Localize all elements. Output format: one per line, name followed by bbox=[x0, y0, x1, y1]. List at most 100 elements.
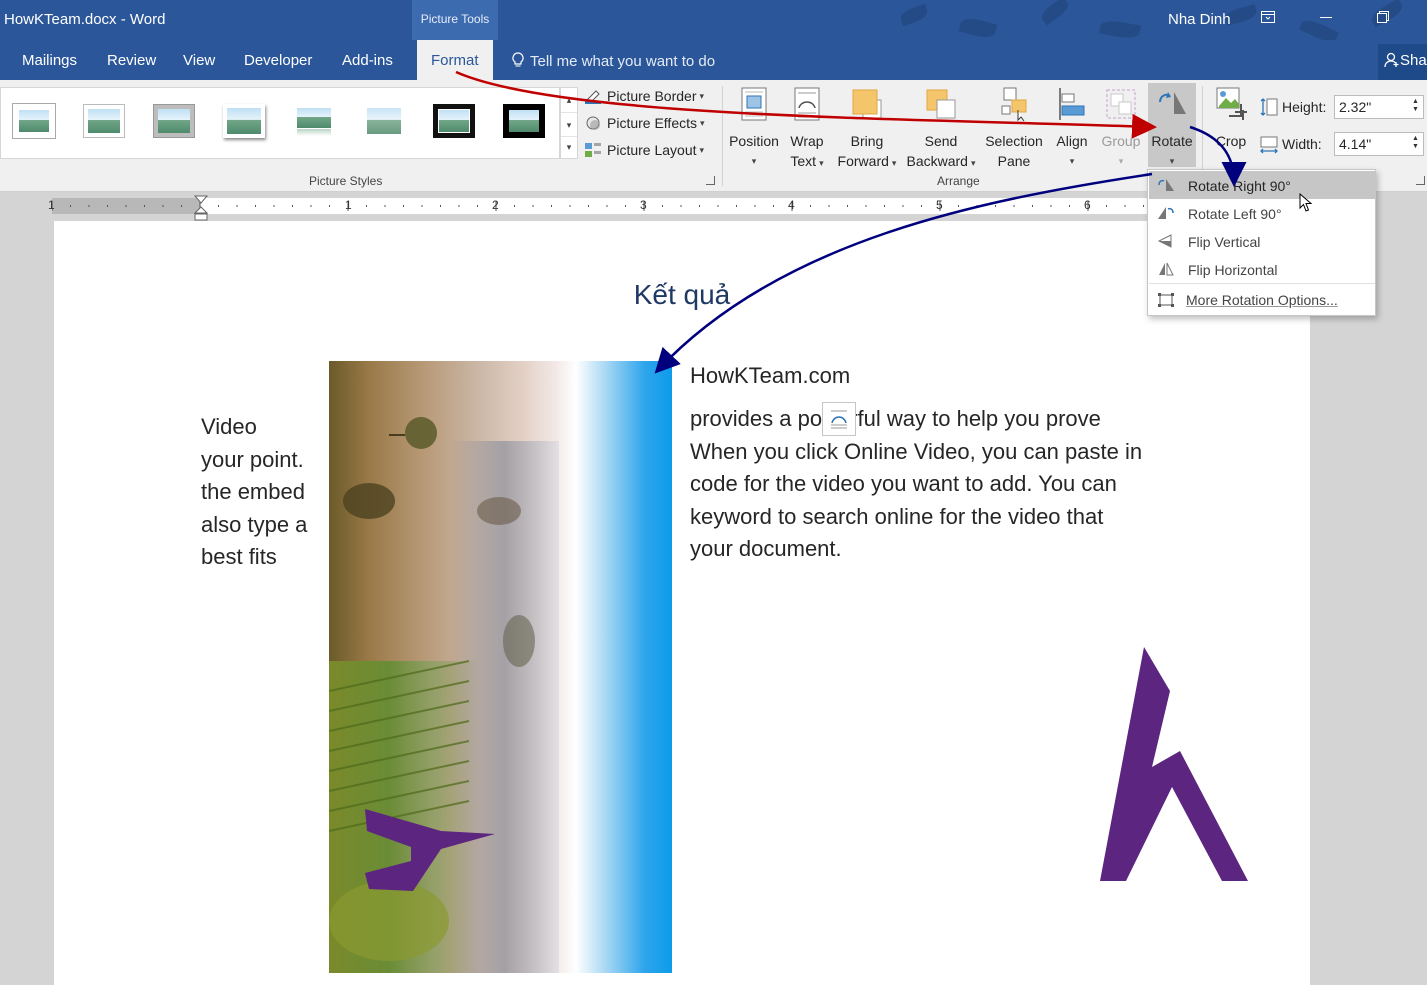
picture-layout-icon bbox=[585, 143, 601, 157]
indent-marker-icon[interactable] bbox=[194, 195, 208, 221]
mouse-cursor-icon bbox=[1299, 193, 1313, 212]
user-name[interactable]: Nha Dinh bbox=[1168, 11, 1231, 28]
send-backward-label-2: Backward bbox=[906, 153, 968, 169]
picture-border-button[interactable]: Picture Border ▾ bbox=[584, 85, 704, 107]
size-dialog-launcher-icon[interactable] bbox=[1416, 176, 1425, 185]
shape-width-icon bbox=[1260, 136, 1278, 154]
menu-item-flip-vertical[interactable]: Flip Vertical bbox=[1149, 227, 1375, 255]
rotate-right-icon bbox=[1158, 179, 1174, 191]
position-caret-icon: ▾ bbox=[751, 156, 757, 166]
tab-add-ins[interactable]: Add-ins bbox=[342, 52, 393, 69]
title-bar: HowKTeam.docx - Word Picture Tools Nha D… bbox=[0, 0, 1427, 40]
width-input[interactable] bbox=[1334, 132, 1424, 156]
menu-separator bbox=[1149, 283, 1375, 284]
picture-style-thumbnail[interactable] bbox=[13, 104, 55, 138]
picture-border-icon bbox=[585, 90, 601, 104]
align-icon bbox=[1059, 88, 1085, 120]
rotated-landscape-picture[interactable] bbox=[329, 361, 672, 973]
minimize-icon[interactable] bbox=[1312, 6, 1340, 30]
align-caret-icon: ▾ bbox=[1069, 156, 1075, 166]
tab-view[interactable]: View bbox=[183, 52, 215, 69]
height-input[interactable] bbox=[1334, 95, 1424, 119]
picture-style-thumbnail[interactable] bbox=[153, 104, 195, 138]
gallery-up-icon[interactable]: ▴ bbox=[561, 88, 577, 112]
send-backward-button[interactable]: Send Backward ▾ bbox=[903, 86, 979, 173]
text-line: keyword to search online for the video t… bbox=[690, 503, 1104, 529]
height-spinner[interactable]: ▲ ▼ bbox=[1412, 98, 1425, 114]
menu-item-flip-horizontal[interactable]: Flip Horizontal bbox=[1149, 255, 1375, 283]
gallery-scrollbar[interactable]: ▴ ▾ ▾ bbox=[560, 87, 578, 159]
tab-format[interactable]: Format bbox=[417, 40, 493, 80]
wrap-text-button[interactable]: Wrap Text ▾ bbox=[784, 86, 830, 173]
restore-icon[interactable] bbox=[1369, 6, 1397, 30]
selection-pane-button[interactable]: Selection Pane bbox=[981, 86, 1047, 171]
ruler-number: 4 bbox=[788, 198, 795, 212]
wrap-text-icon bbox=[794, 87, 820, 121]
menu-item-rotate-right[interactable]: Rotate Right 90° bbox=[1149, 171, 1375, 199]
picture-tools-context-tab: Picture Tools bbox=[412, 0, 498, 40]
ruler-number: 6 bbox=[1084, 198, 1091, 212]
rotate-icon bbox=[1159, 92, 1186, 114]
document-page[interactable]: Kết quả Video your point. the embed also… bbox=[54, 221, 1310, 985]
align-label: Align bbox=[1056, 133, 1088, 149]
group-button[interactable]: Group ▾ bbox=[1098, 86, 1144, 171]
tab-review[interactable]: Review bbox=[107, 52, 156, 69]
text-line: provides a powerful way to help you prov… bbox=[690, 406, 1101, 431]
right-text-column: HowKTeam.com provides a powerful way to … bbox=[690, 363, 1142, 566]
position-label: Position bbox=[729, 133, 779, 149]
rotate-button[interactable]: Rotate ▾ bbox=[1148, 83, 1196, 167]
flip-vertical-icon bbox=[1157, 234, 1172, 248]
picture-layout-label: Picture Layout bbox=[607, 142, 697, 158]
ribbon-display-options-icon[interactable] bbox=[1254, 6, 1282, 30]
site-name: HowKTeam.com bbox=[690, 363, 851, 388]
text-line: code for the video you want to add. You … bbox=[690, 471, 1117, 496]
bring-forward-button[interactable]: Bring Forward ▾ bbox=[833, 86, 901, 173]
wrap-text-label-1: Wrap bbox=[790, 133, 824, 149]
picture-layout-button[interactable]: Picture Layout ▾ bbox=[584, 139, 704, 161]
tab-developer[interactable]: Developer bbox=[244, 52, 312, 69]
group-label: Group bbox=[1101, 133, 1141, 149]
picture-style-thumbnail[interactable] bbox=[293, 104, 335, 138]
background-leaf-decoration bbox=[958, 15, 998, 40]
rotate-caret-icon: ▾ bbox=[1169, 156, 1175, 166]
picture-effects-label: Picture Effects bbox=[607, 115, 698, 131]
group-separator bbox=[722, 86, 723, 186]
ruler-number: 1 bbox=[345, 198, 352, 212]
gallery-down-icon[interactable]: ▾ bbox=[561, 112, 577, 136]
ruler-bar bbox=[52, 198, 1147, 214]
group-caret-icon: ▾ bbox=[1118, 156, 1124, 166]
menu-item-more-rotation-options[interactable]: More Rotation Options... bbox=[1149, 286, 1375, 314]
tab-mailings[interactable]: Mailings bbox=[22, 52, 77, 69]
rotate-right-label: Rotate Right 90° bbox=[1188, 178, 1291, 194]
selection-pane-label-1: Selection bbox=[985, 133, 1043, 149]
picture-effects-icon bbox=[586, 116, 600, 130]
position-button[interactable]: Position ▾ bbox=[727, 86, 781, 171]
width-spinner[interactable]: ▲ ▼ bbox=[1412, 135, 1425, 151]
menu-item-rotate-left[interactable]: Rotate Left 90° bbox=[1149, 199, 1375, 227]
crop-button[interactable]: Crop bbox=[1209, 86, 1253, 151]
bring-forward-icon bbox=[852, 89, 882, 119]
picture-style-thumbnail[interactable] bbox=[503, 104, 545, 138]
share-button[interactable]: Sha bbox=[1378, 44, 1427, 80]
layout-options-icon[interactable] bbox=[822, 402, 856, 436]
selection-pane-icon bbox=[1001, 87, 1027, 122]
picture-effects-button[interactable]: Picture Effects ▾ bbox=[584, 112, 705, 134]
picture-styles-group-label: Picture Styles bbox=[309, 174, 383, 188]
picture-details bbox=[329, 417, 535, 961]
flip-horizontal-label: Flip Horizontal bbox=[1188, 262, 1278, 278]
picture-style-thumbnail[interactable] bbox=[223, 104, 265, 138]
align-button[interactable]: Align ▾ bbox=[1050, 86, 1094, 171]
bring-forward-label-1: Bring bbox=[850, 133, 884, 149]
tell-me-search[interactable]: Tell me what you want to do bbox=[512, 52, 715, 70]
ribbon-tab-row: Mailings Review View Developer Add-ins F… bbox=[0, 40, 1427, 80]
picture-style-thumbnail[interactable] bbox=[433, 104, 475, 138]
picture-style-thumbnail[interactable] bbox=[363, 104, 405, 138]
flip-horizontal-icon bbox=[1159, 262, 1174, 276]
width-label: Width: bbox=[1282, 136, 1322, 152]
picture-styles-dialog-launcher-icon[interactable] bbox=[706, 176, 715, 185]
ruler-number: 2 bbox=[492, 198, 499, 212]
gallery-more-icon[interactable]: ▾ bbox=[561, 136, 577, 158]
ruler-number: 5 bbox=[936, 198, 943, 212]
picture-style-thumbnail[interactable] bbox=[83, 104, 125, 138]
picture-styles-gallery bbox=[0, 87, 560, 159]
